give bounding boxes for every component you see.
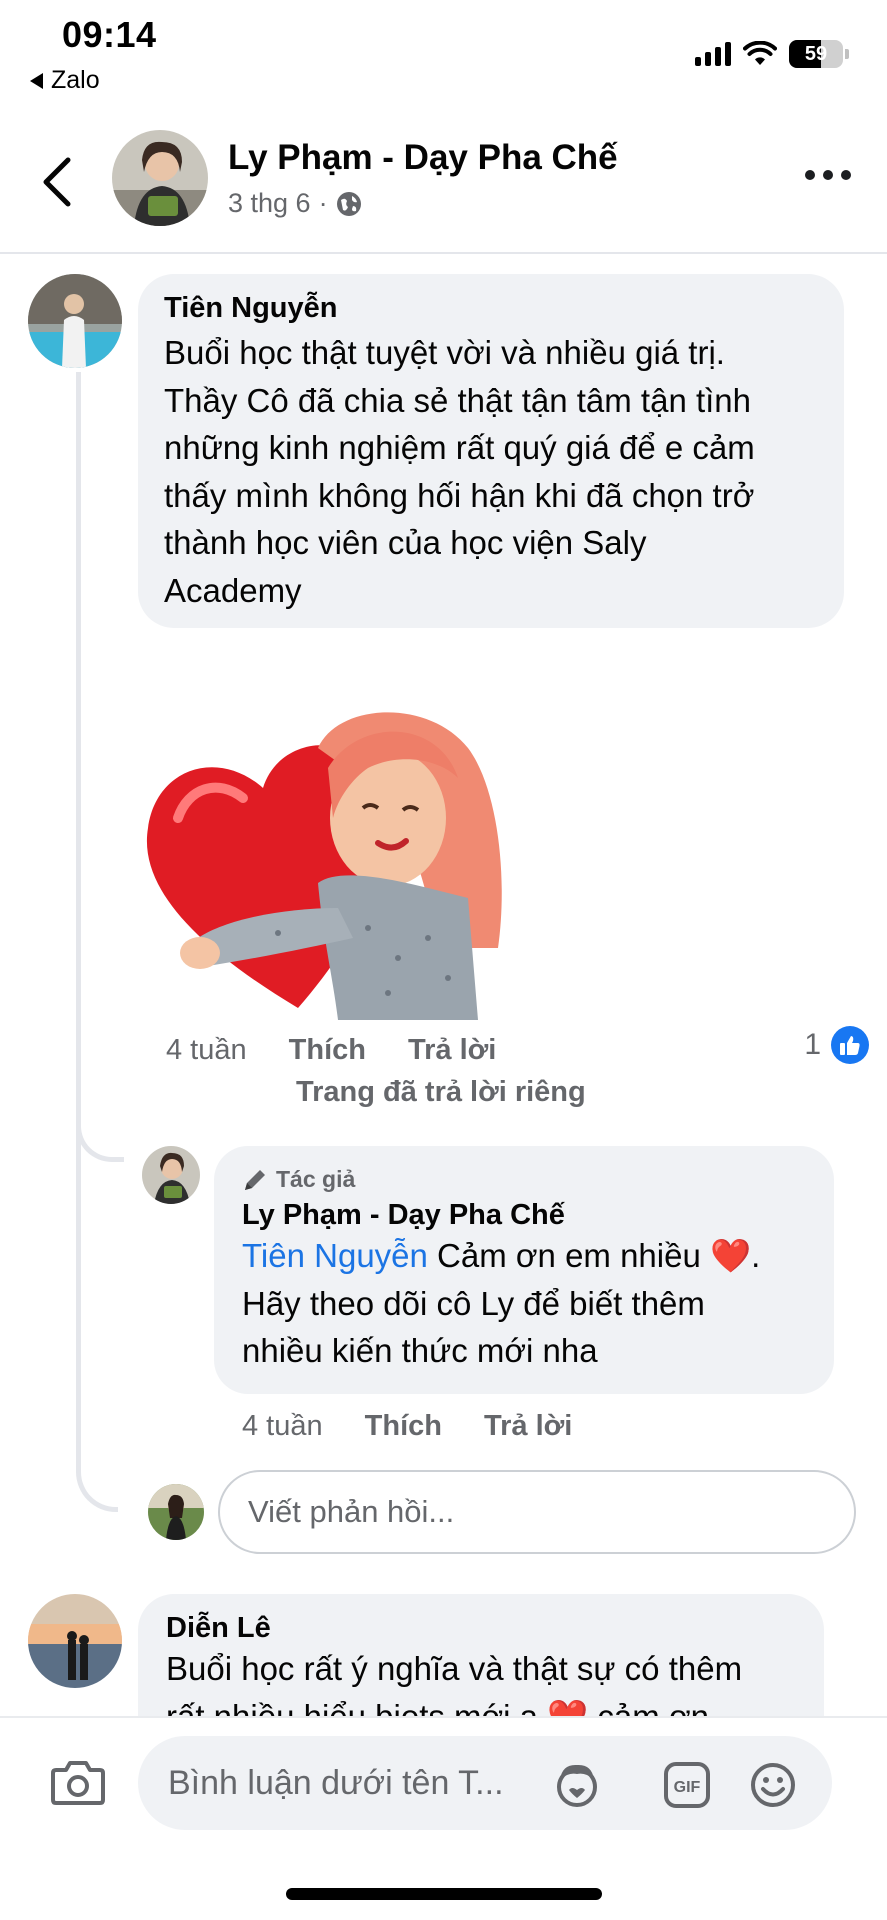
commenter-avatar[interactable] [28,1594,122,1688]
comment-author[interactable]: Diễn Lê [166,1612,796,1645]
back-arrow-icon[interactable] [38,156,78,208]
reply-time[interactable]: 4 tuần [242,1410,323,1443]
meta-separator: · [318,188,328,218]
pencil-icon [245,1169,265,1190]
comment-line: Academy [164,571,302,609]
back-triangle-icon [30,72,43,89]
back-app-label: Zalo [51,66,100,94]
reply-input[interactable]: Viết phản hồi... [218,1470,856,1554]
author-badge: Tác giả [242,1166,806,1193]
comment-line: Thầy Cô đã chia sẻ thật tận tâm tận tình [164,381,752,419]
like-count: 1 [804,1028,821,1061]
reply-bubble[interactable]: Tác giả Ly Phạm - Dạy Pha Chế Tiên Nguyễ… [214,1146,834,1394]
reply-author-avatar[interactable] [142,1146,200,1204]
like-button[interactable]: Thích [365,1410,442,1443]
comment-line: Buổi học thật tuyệt vời và nhiều giá trị… [164,334,725,371]
comment-time[interactable]: 4 tuần [166,1034,247,1067]
post-meta: 3 thg 6 · [228,188,362,219]
page-avatar[interactable] [112,130,208,226]
comment-input[interactable]: Bình luận dưới tên T... GIF [138,1736,832,1830]
reply-text-segment: Cảm ơn em nhiều [427,1237,710,1274]
gif-icon[interactable]: GIF [662,1760,712,1810]
comment-actions: 4 tuần Thích Trả lời [166,1034,538,1067]
post-date[interactable]: 3 thg 6 [228,188,311,219]
wifi-icon [743,41,777,65]
comment-text: Buổi học thật tuyệt vời và nhiều giá trị… [164,329,818,614]
comment-author[interactable]: Tiên Nguyễn [164,292,818,325]
svg-text:GIF: GIF [674,1779,701,1796]
reply-connector-line [76,1050,124,1162]
comment-line: thành học viên của học viện Saly [164,524,647,561]
mention-link[interactable]: Tiên Nguyễn [242,1237,428,1274]
post-header: Ly Phạm - Dạy Pha Chế 3 thg 6 · [0,108,887,254]
comment-line: những kinh nghiệm rất quý giá để e cảm [164,429,755,466]
comment-bubble[interactable]: Tiên Nguyễn Buổi học thật tuyệt vời và n… [138,274,844,628]
reply-line: nhiều kiến thức mới nha [242,1332,598,1369]
home-indicator[interactable] [286,1888,602,1900]
private-reply-note[interactable]: Trang đã trả lời riêng [296,1076,586,1109]
comment-line: Buổi học rất ý nghĩa và thật sự có thêm [166,1650,743,1687]
reaction-count[interactable]: 1 [804,1026,869,1064]
like-button[interactable]: Thích [289,1034,366,1067]
reply-button[interactable]: Trả lời [484,1410,572,1443]
globe-icon [336,191,361,216]
thumbs-up-icon [831,1026,869,1064]
heart-emoji: ❤️ [710,1237,752,1274]
reply-text-segment: . [751,1237,761,1274]
status-icons: 59 [695,40,849,68]
emoji-icon[interactable] [748,1760,798,1810]
comment-composer: Bình luận dưới tên T... GIF [0,1716,887,1920]
back-to-app-link[interactable]: Zalo [30,66,100,95]
status-time: 09:14 [62,14,157,55]
author-badge-label: Tác giả [276,1166,356,1192]
avatar-sticker-icon[interactable] [552,1760,602,1810]
comment-line: thấy mình không hối hận khi đã chọn trở [164,476,755,514]
camera-icon[interactable] [50,1758,106,1806]
reply-button[interactable]: Trả lời [408,1034,496,1067]
commenter-avatar[interactable] [28,274,122,368]
battery-icon: 59 [789,40,843,68]
reply-author[interactable]: Ly Phạm - Dạy Pha Chế [242,1199,806,1232]
reply-actions: 4 tuần Thích Trả lời [242,1410,614,1443]
comment-input-placeholder: Bình luận dưới tên T... [168,1764,504,1802]
battery-percent: 59 [804,43,828,65]
page-title[interactable]: Ly Phạm - Dạy Pha Chế [228,138,618,178]
more-options-button[interactable] [805,170,851,180]
reply-line: Hãy theo dõi cô Ly để biết thêm [242,1284,705,1322]
reply-text: Tiên Nguyễn Cảm ơn em nhiều ❤️. Hãy theo… [242,1232,806,1375]
cellular-signal-icon [695,42,731,66]
battery-cap [845,49,849,59]
current-user-avatar[interactable] [148,1484,204,1540]
thread-line [76,372,118,1512]
heart-hug-sticker[interactable] [138,708,518,1020]
status-bar: 09:14 Zalo 59 [0,0,887,100]
